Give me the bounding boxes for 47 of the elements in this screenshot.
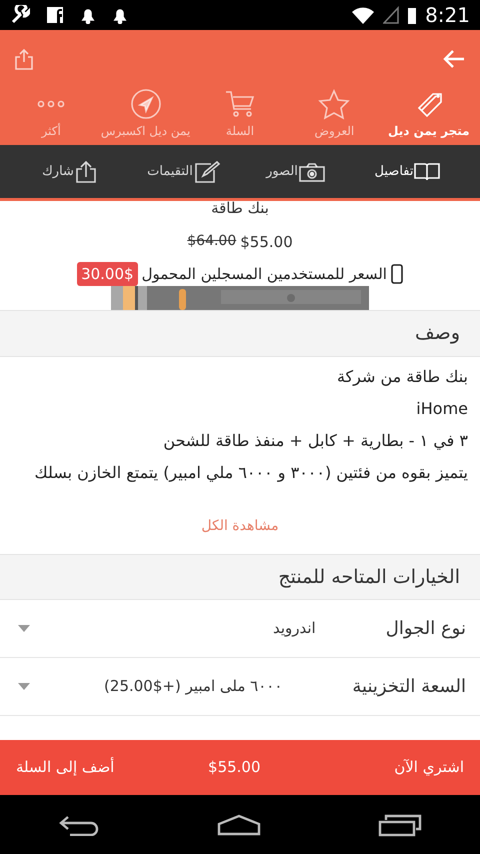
add-to-cart-button[interactable]: أضف إلى السلة [16,756,114,779]
facebook-icon [46,6,64,24]
section-header: الخيارات المتاحه للمنتج [0,554,480,600]
tab[interactable]: شارك [16,158,128,184]
dropdown-caret-icon [18,624,30,632]
option-label: السعة التخزينية [352,675,466,699]
tab[interactable]: تفاصيل [352,158,464,184]
tab[interactable]: التقيمات [128,158,240,184]
old-price: $64.00 [187,232,236,251]
see-all-link[interactable]: مشاهدة الكل [195,514,285,538]
home-icon[interactable] [216,814,261,836]
recent-apps-icon[interactable] [378,812,422,836]
total-price: $55.00 [208,757,261,778]
buy-now-button[interactable]: اشتري الآن [394,756,464,779]
phone-icon [390,264,403,284]
option-label: نوع الجوال [386,617,466,641]
nav-tab[interactable]: يمن ديل اكسبرس [98,88,193,140]
battery-icon [407,6,418,24]
status-time: 8:21 [425,2,470,29]
nav-tab[interactable]: العروض [287,88,382,140]
nav-tab[interactable]: متجر يمن ديل [382,88,476,140]
star-icon [318,88,350,120]
description-text: بنك طاقة من شركة [336,366,469,388]
option-dropdown[interactable]: ٦٠٠٠ ملى امبير (+$25.00) [18,675,352,698]
nav-tab[interactable]: أكثر [4,88,98,140]
dropdown-caret-icon [18,682,30,690]
mobile-price: 30.00$ [77,262,138,286]
bell-icon [80,6,96,24]
signal-icon [383,6,400,24]
bell-icon [112,6,128,24]
section-header: وصف [0,310,480,356]
more-icon [37,100,66,108]
description-text: يتميز بقوه من فئتين (٣٠٠٠ و ٦٠٠٠ ملي امبير) يتمتع الخازن بسلك [34,462,469,484]
back-icon[interactable] [58,814,100,836]
option-dropdown[interactable]: اندرويد [18,617,386,640]
price: $55.00 [240,232,293,253]
description-text: ٣ في ١ - بطارية + كابل + منفذ طاقة للشحن [162,430,469,452]
wifi-icon [351,6,376,24]
description-text: iHome [415,398,469,420]
back-arrow-icon[interactable] [442,49,466,69]
mobile-price-label: السعر للمستخدمين المسجلين المحمول [142,264,387,285]
product-title: بنك طاقة [211,201,269,215]
compass-icon [130,88,162,120]
wrench-icon [10,5,30,25]
nav-tab[interactable]: السلة [192,88,288,140]
tab[interactable]: الصور [240,158,352,184]
edit-icon [192,160,221,184]
